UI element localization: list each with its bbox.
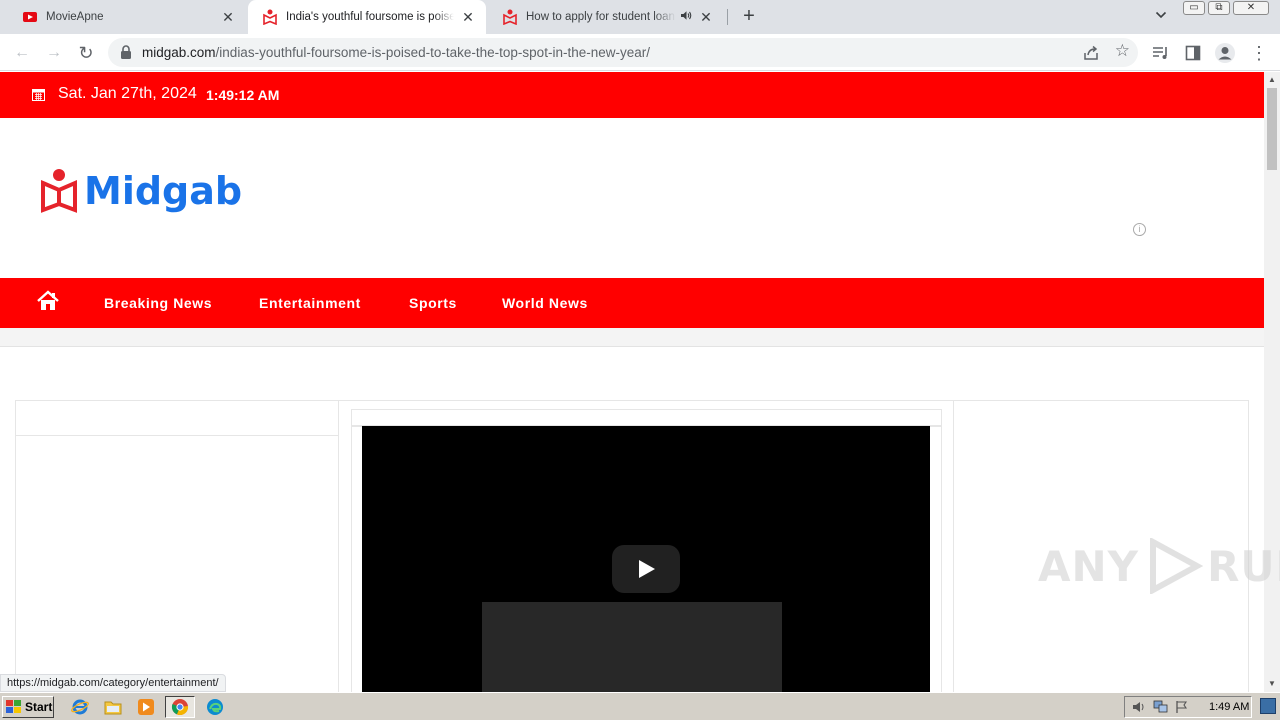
- back-button[interactable]: ←: [10, 41, 34, 65]
- folder-icon[interactable]: [103, 697, 123, 717]
- url-path: /indias-youthful-foursome-is-poised-to-t…: [215, 45, 650, 60]
- edge-icon[interactable]: [205, 697, 225, 717]
- watermark-play-icon: [1150, 538, 1204, 594]
- tab-strip: MovieApne ✕ India's youthful foursome is…: [0, 0, 1280, 34]
- chrome-icon[interactable]: [165, 696, 195, 718]
- browser-menu-button[interactable]: ⋮: [1248, 42, 1270, 64]
- divider: [16, 435, 338, 436]
- current-time: 1:49:12 AM: [206, 87, 280, 103]
- taskbar-clock[interactable]: 1:49 AM: [1209, 701, 1249, 713]
- browser-toolbar: ← → ↻ midgab.com/indias-youthful-foursom…: [0, 34, 1280, 71]
- network-icon[interactable]: [1153, 700, 1169, 714]
- start-label: Start: [25, 700, 53, 714]
- breadcrumb-strip: [0, 328, 1264, 347]
- anyrun-watermark: ANY RUN: [1038, 538, 1280, 594]
- show-desktop-button[interactable]: [1260, 698, 1276, 714]
- address-bar[interactable]: midgab.com/indias-youthful-foursome-is-p…: [108, 38, 1138, 67]
- video-overlay-panel: [482, 602, 782, 692]
- url-host: midgab.com: [142, 45, 216, 60]
- action-center-flag-icon[interactable]: [1175, 700, 1191, 714]
- content-header: [351, 409, 942, 426]
- tab-close-button[interactable]: ✕: [698, 9, 714, 25]
- midgab-favicon: [502, 9, 518, 25]
- scroll-up-arrow-icon[interactable]: ▲: [1264, 73, 1280, 87]
- tab-close-button[interactable]: ✕: [460, 9, 476, 25]
- lock-icon[interactable]: [120, 45, 132, 59]
- start-button[interactable]: Start: [2, 696, 54, 718]
- nav-sports[interactable]: Sports: [409, 295, 457, 311]
- close-window-button[interactable]: ✕: [1233, 1, 1269, 15]
- watermark-right: RUN: [1207, 541, 1280, 591]
- tab-title: MovieApne: [46, 11, 104, 23]
- date-bar: Sat. Jan 27th, 2024 1:49:12 AM: [0, 72, 1264, 118]
- tab-search-button[interactable]: [1152, 8, 1170, 26]
- url-text[interactable]: midgab.com/indias-youthful-foursome-is-p…: [142, 45, 650, 60]
- nav-world-news[interactable]: World News: [502, 295, 588, 311]
- scroll-down-arrow-icon[interactable]: ▼: [1264, 677, 1280, 691]
- site-logo[interactable]: Midgab: [40, 168, 242, 214]
- play-button[interactable]: [612, 545, 680, 593]
- tab-title: How to apply for student loan for: [526, 11, 676, 23]
- media-icon[interactable]: [1150, 42, 1172, 64]
- nav-entertainment[interactable]: Entertainment: [259, 295, 361, 311]
- forward-button[interactable]: →: [42, 41, 66, 65]
- media-player-icon[interactable]: [136, 697, 156, 717]
- ad-info-icon[interactable]: i: [1133, 223, 1146, 236]
- page-scrollbar[interactable]: ▲ ▼: [1264, 72, 1280, 692]
- main-navigation: Breaking News Entertainment Sports World…: [0, 278, 1264, 328]
- logo-mark-icon: [41, 169, 77, 213]
- minimize-button[interactable]: ▭: [1183, 1, 1205, 15]
- calendar-icon: [32, 88, 45, 101]
- movie-favicon: [22, 9, 38, 25]
- tab-movieapne[interactable]: MovieApne ✕: [8, 0, 246, 34]
- tab-student-loan[interactable]: How to apply for student loan for ✕: [488, 0, 724, 34]
- volume-icon[interactable]: [1131, 700, 1147, 714]
- share-icon[interactable]: [1082, 44, 1100, 62]
- star-icon[interactable]: ☆: [1115, 41, 1130, 61]
- page-viewport: Sat. Jan 27th, 2024 1:49:12 AM Midgab i …: [0, 72, 1264, 692]
- logo-text: Midgab: [84, 169, 243, 213]
- watermark-left: ANY: [1038, 541, 1140, 591]
- tab-india-foursome[interactable]: India's youthful foursome is poised to t…: [248, 0, 486, 34]
- tab-separator: [727, 9, 728, 25]
- midgab-favicon: [262, 9, 278, 25]
- video-player[interactable]: [362, 426, 930, 692]
- system-tray: 1:49 AM: [1124, 696, 1252, 718]
- window-controls: ▭ ⧉ ✕: [1180, 1, 1269, 15]
- scrollbar-thumb[interactable]: [1267, 88, 1277, 170]
- nav-breaking-news[interactable]: Breaking News: [104, 295, 212, 311]
- ie-icon[interactable]: [70, 697, 90, 717]
- speaker-icon[interactable]: [680, 10, 692, 24]
- new-tab-button[interactable]: +: [737, 5, 761, 29]
- sidepanel-icon[interactable]: [1182, 42, 1204, 64]
- home-icon[interactable]: [36, 290, 60, 312]
- current-date: Sat. Jan 27th, 2024: [58, 85, 197, 102]
- tab-close-button[interactable]: ✕: [220, 9, 236, 25]
- status-bar-url: https://midgab.com/category/entertainmen…: [0, 674, 226, 692]
- restore-button[interactable]: ⧉: [1208, 1, 1230, 15]
- reload-button[interactable]: ↻: [74, 41, 98, 65]
- play-icon: [639, 560, 655, 578]
- profile-icon[interactable]: [1214, 42, 1236, 64]
- tab-title: India's youthful foursome is poised to t…: [286, 11, 454, 23]
- windows-flag-icon: [6, 700, 21, 713]
- taskbar: Start 1:49 AM: [0, 692, 1280, 720]
- left-sidebar: [15, 400, 339, 692]
